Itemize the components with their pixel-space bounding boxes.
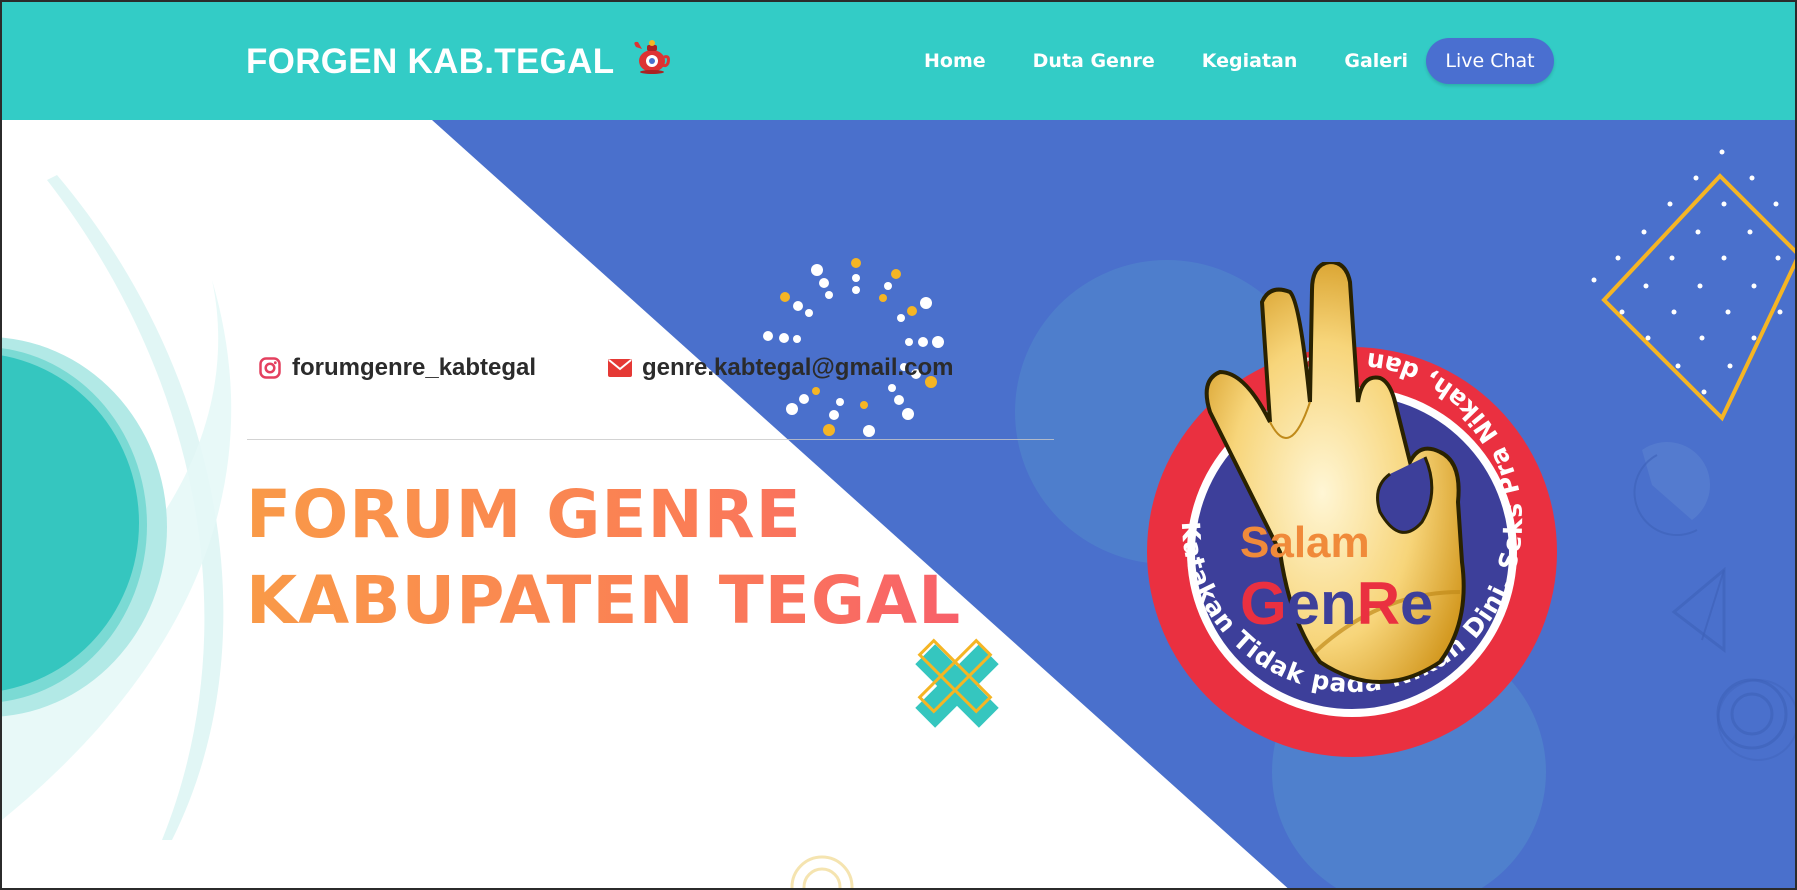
page: FORGEN KAB.TEGAL Home Duta Genre Kegiata…	[0, 0, 1797, 890]
live-chat-button[interactable]: Live Chat	[1426, 38, 1554, 84]
instagram-contact[interactable]: forumgenre_kabtegal	[258, 354, 536, 382]
nav-galeri[interactable]: Galeri	[1344, 50, 1408, 72]
main-nav: Home Duta Genre Kegiatan Galeri	[924, 50, 1455, 72]
hero-title-line-1: FORUM GENRE	[246, 472, 961, 558]
brand[interactable]: FORGEN KAB.TEGAL	[246, 40, 671, 82]
instagram-handle: forumgenre_kabtegal	[292, 354, 537, 381]
brand-title: FORGEN KAB.TEGAL	[246, 42, 615, 81]
salam-genre-emblem: Katakan Tidak pada Nikah Dini, Seks Pra …	[1147, 262, 1557, 757]
hero-title-line-2: KABUPATEN TEGAL	[246, 558, 961, 644]
brand-teapot-icon	[634, 40, 671, 74]
divider	[247, 439, 1054, 440]
nav-duta-genre[interactable]: Duta Genre	[1033, 50, 1155, 72]
emblem-genre-text: GenRe	[1240, 570, 1433, 637]
instagram-icon	[258, 356, 282, 380]
emblem-salam-text: Salam	[1240, 518, 1370, 567]
nav-kegiatan[interactable]: Kegiatan	[1202, 50, 1298, 72]
top-navbar: FORGEN KAB.TEGAL Home Duta Genre Kegiata…	[2, 2, 1795, 120]
hero-title: FORUM GENRE KABUPATEN TEGAL	[246, 472, 961, 644]
email-contact[interactable]: genre.kabtegal@gmail.com	[608, 354, 954, 382]
email-address: genre.kabtegal@gmail.com	[642, 354, 954, 381]
nav-home[interactable]: Home	[924, 50, 986, 72]
envelope-icon	[608, 356, 632, 380]
